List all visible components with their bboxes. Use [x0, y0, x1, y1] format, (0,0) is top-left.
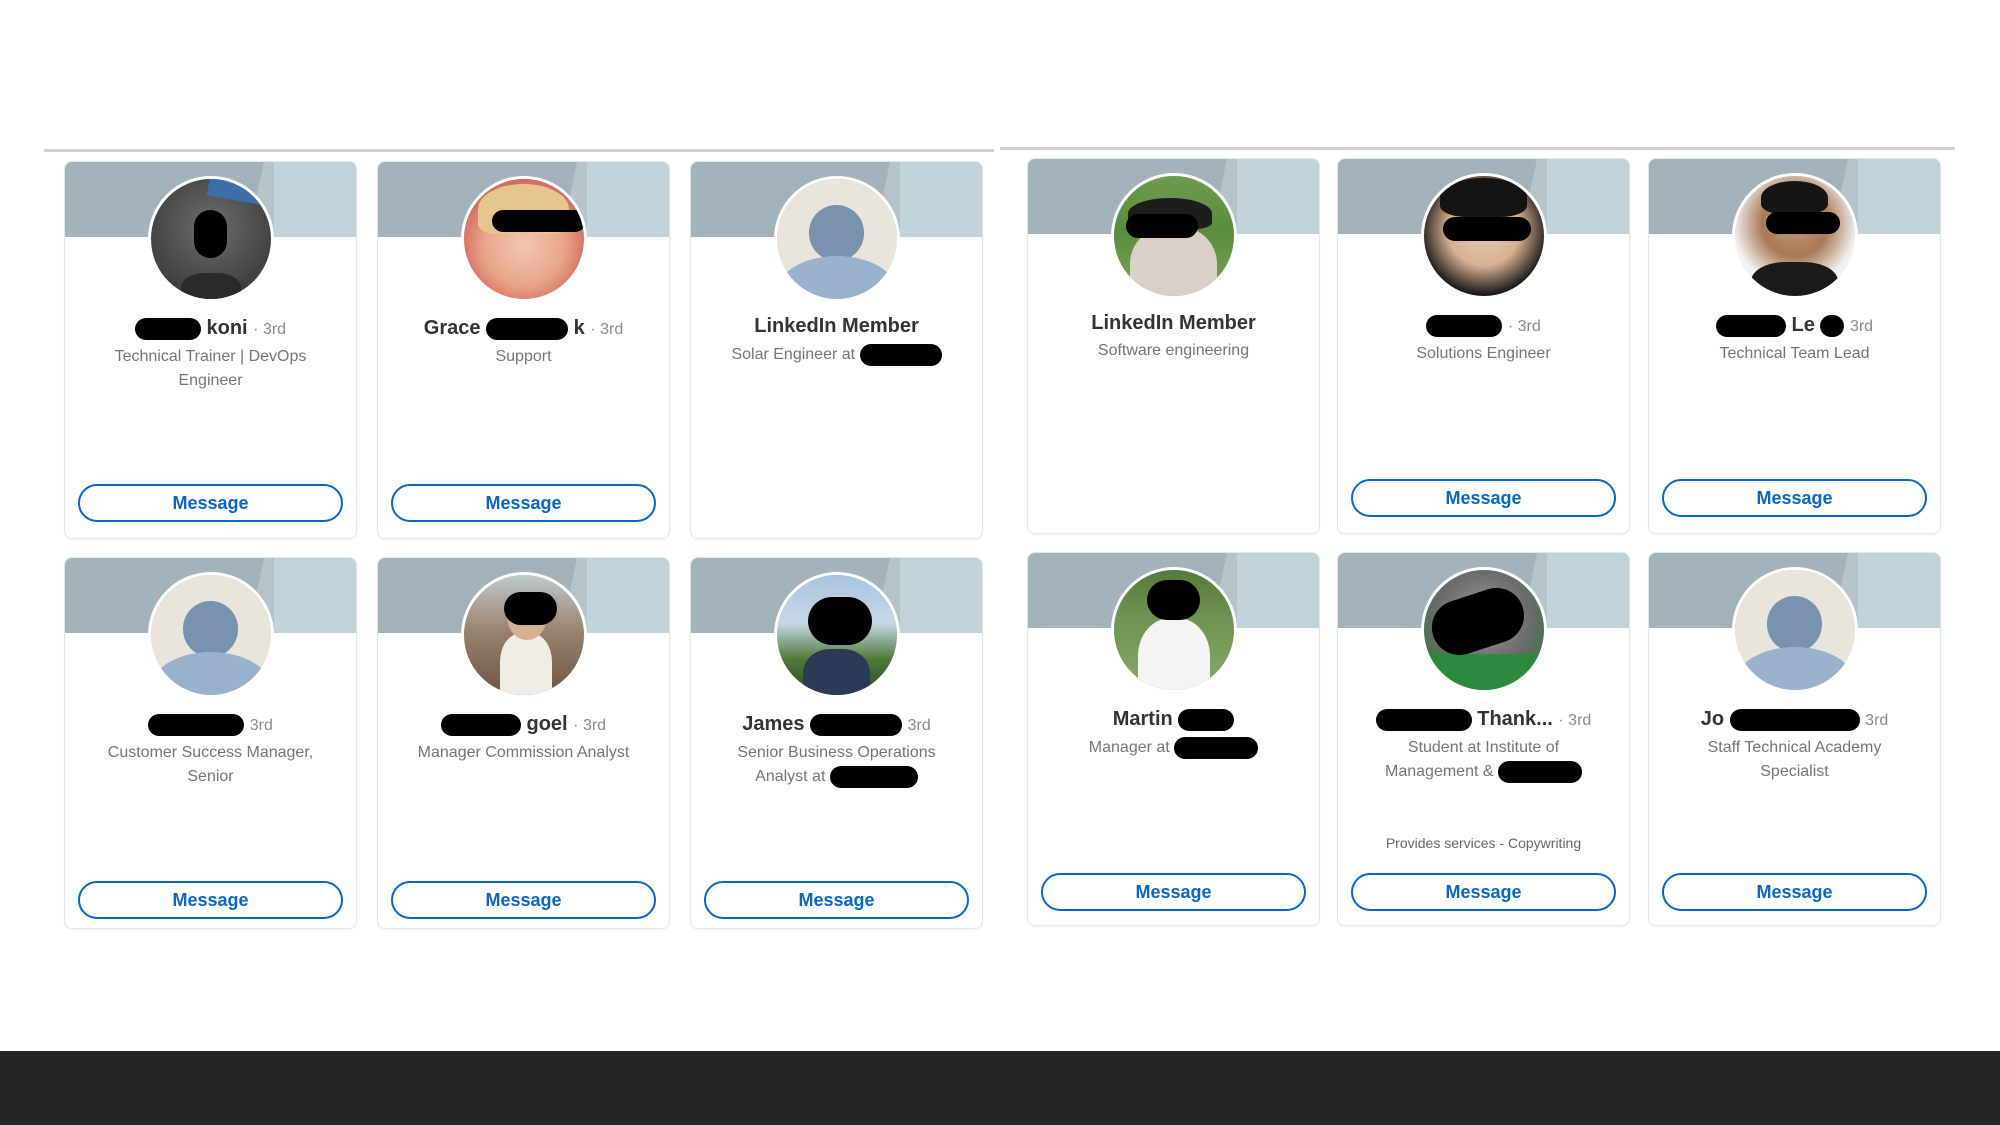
redaction-mark: [1125, 214, 1198, 239]
redaction-mark: [1178, 708, 1235, 731]
member-name[interactable]: Thank... · 3rd: [1338, 708, 1629, 731]
member-name[interactable]: LinkedIn Member: [1028, 312, 1319, 335]
connection-degree: 3rd: [1849, 318, 1874, 335]
message-button[interactable]: Message: [391, 484, 656, 522]
services-text: Provides services - Copywriting: [1385, 835, 1582, 851]
member-name[interactable]: Jo 3rd: [1649, 708, 1940, 731]
message-button[interactable]: Message: [1351, 479, 1616, 517]
member-headline: Support: [495, 348, 552, 365]
member-headline: Senior Business Operations Analyst at: [715, 741, 958, 789]
redaction-mark: [1174, 736, 1259, 759]
connection-degree: 3rd: [907, 717, 931, 734]
profile-card: LinkedIn Member Solar Engineer at: [690, 161, 983, 539]
message-button[interactable]: Message: [1662, 479, 1927, 517]
connection-degree: · 3rd: [1507, 318, 1541, 335]
member-name[interactable]: · 3rd: [1338, 314, 1629, 337]
message-button[interactable]: Message: [78, 881, 343, 919]
message-button[interactable]: Message: [1351, 873, 1616, 911]
member-headline: Technical Trainer | DevOps Engineer: [114, 348, 307, 389]
member-name[interactable]: James 3rd: [691, 713, 982, 736]
connection-degree: · 3rd: [590, 321, 624, 338]
member-headline: Staff Technical Academy Specialist: [1707, 739, 1882, 780]
member-headline: Software engineering: [1097, 342, 1250, 359]
message-button[interactable]: Message: [391, 881, 656, 919]
redaction-mark: [1765, 212, 1841, 234]
profile-card: Jo 3rd Staff Technical Academy Specialis…: [1648, 552, 1941, 926]
connection-degree: 3rd: [249, 717, 273, 734]
member-name[interactable]: LinkedIn Member: [691, 315, 982, 338]
footer-bar: [0, 1051, 2000, 1125]
member-name[interactable]: Grace k · 3rd: [378, 317, 669, 340]
redaction-mark: [1375, 708, 1472, 731]
member-headline: Manager at: [1052, 736, 1295, 760]
member-name[interactable]: 3rd: [65, 713, 356, 736]
profile-card: Thank... · 3rd Student at Institute of M…: [1337, 552, 1630, 926]
connection-degree: · 3rd: [573, 717, 607, 734]
message-button[interactable]: Message: [1662, 873, 1927, 911]
member-headline: Solutions Engineer: [1416, 345, 1551, 362]
redaction-mark: [148, 713, 245, 736]
redaction-mark: [1497, 760, 1582, 783]
profile-card: koni · 3rd Technical Trainer | DevOps En…: [64, 161, 357, 539]
member-headline: Technical Team Lead: [1719, 345, 1870, 362]
redaction-mark: [1820, 314, 1845, 337]
redaction-mark: [440, 713, 521, 736]
redaction-mark: [486, 317, 569, 340]
member-name[interactable]: Le 3rd: [1649, 314, 1940, 337]
profile-avatar[interactable]: [1420, 173, 1547, 299]
profile-card: Grace k · 3rd Support Message: [377, 161, 670, 539]
redaction-mark: [1729, 708, 1860, 731]
profile-avatar[interactable]: [773, 176, 900, 302]
profile-avatar[interactable]: [1110, 567, 1237, 693]
member-name[interactable]: Martin: [1028, 708, 1319, 731]
redaction-mark: [859, 343, 942, 366]
member-headline: Solar Engineer at: [701, 343, 972, 367]
redaction-mark: [492, 210, 584, 232]
connection-degree: · 3rd: [1558, 712, 1592, 729]
member-name[interactable]: koni · 3rd: [65, 317, 356, 340]
profile-avatar[interactable]: [147, 572, 274, 698]
redaction-mark: [1147, 579, 1200, 621]
profile-card: goel · 3rd Manager Commission Analyst Me…: [377, 557, 670, 929]
profile-avatar[interactable]: [147, 176, 274, 302]
profile-avatar[interactable]: [1420, 567, 1547, 693]
profile-avatar[interactable]: [460, 176, 587, 302]
profile-card: James 3rd Senior Business Operations Ana…: [690, 557, 983, 929]
redaction-mark: [1426, 314, 1503, 337]
profile-avatar[interactable]: [1110, 173, 1237, 299]
profile-card: LinkedIn Member Software engineering: [1027, 158, 1320, 534]
connection-degree: · 3rd: [253, 321, 287, 338]
profile-avatar[interactable]: [1731, 567, 1858, 693]
message-button[interactable]: Message: [704, 881, 969, 919]
profile-avatar[interactable]: [773, 572, 900, 698]
redaction-mark: [807, 596, 873, 645]
redaction-mark: [1442, 216, 1532, 241]
profile-card: Martin Manager at Message: [1027, 552, 1320, 926]
message-button[interactable]: Message: [78, 484, 343, 522]
section-divider: [44, 149, 994, 152]
member-headline: Student at Institute of Management &: [1362, 736, 1605, 784]
section-divider: [1000, 147, 1955, 150]
profile-avatar[interactable]: [460, 572, 587, 698]
message-button[interactable]: Message: [1041, 873, 1306, 911]
profile-avatar[interactable]: [1731, 173, 1858, 299]
redaction-mark: [810, 713, 903, 736]
member-headline: Customer Success Manager, Senior: [107, 744, 314, 785]
redaction-mark: [504, 591, 558, 626]
redaction-mark: [829, 765, 918, 788]
profile-card: 3rd Customer Success Manager, Senior Mes…: [64, 557, 357, 929]
redaction-mark: [1715, 314, 1786, 337]
profile-card: Le 3rd Technical Team Lead Message: [1648, 158, 1941, 534]
redaction-mark: [193, 210, 228, 259]
connection-degree: 3rd: [1865, 712, 1889, 729]
profile-card: · 3rd Solutions Engineer Message: [1337, 158, 1630, 534]
member-name[interactable]: goel · 3rd: [378, 713, 669, 736]
redaction-mark: [134, 317, 201, 340]
member-headline: Manager Commission Analyst: [417, 744, 630, 761]
